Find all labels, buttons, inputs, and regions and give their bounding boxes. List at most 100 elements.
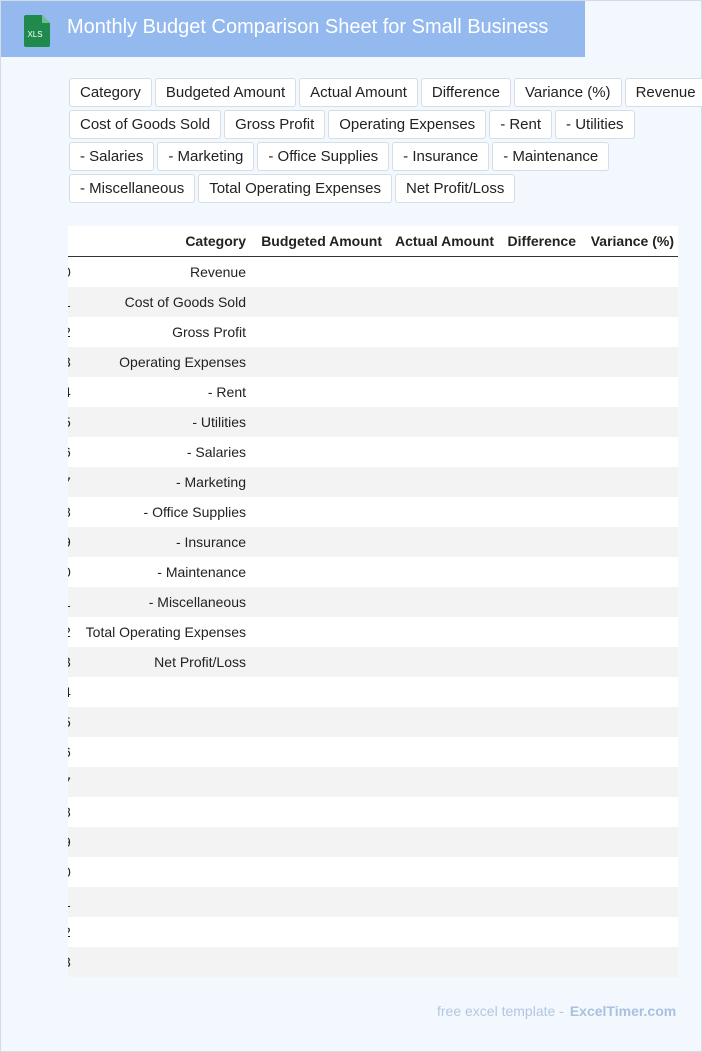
value-cell[interactable] (386, 797, 498, 827)
value-cell[interactable] (498, 377, 580, 407)
value-cell[interactable] (498, 317, 580, 347)
value-cell[interactable] (498, 767, 580, 797)
value-cell[interactable] (498, 437, 580, 467)
category-cell[interactable] (82, 707, 250, 737)
column-chip[interactable]: - Miscellaneous (69, 174, 196, 203)
column-chip[interactable]: Budgeted Amount (154, 78, 297, 107)
column-chip[interactable]: - Utilities (555, 110, 635, 139)
category-cell[interactable] (82, 677, 250, 707)
footer-brand-link[interactable]: ExcelTimer.com (570, 1003, 676, 1019)
value-cell[interactable] (498, 347, 580, 377)
value-cell[interactable] (386, 767, 498, 797)
value-cell[interactable] (580, 497, 678, 527)
value-cell[interactable] (250, 617, 386, 647)
value-cell[interactable] (580, 527, 678, 557)
column-header[interactable]: Category (82, 226, 250, 257)
value-cell[interactable] (498, 857, 580, 887)
category-cell[interactable]: - Miscellaneous (82, 587, 250, 617)
column-chip[interactable]: - Rent (489, 110, 553, 139)
value-cell[interactable] (250, 497, 386, 527)
value-cell[interactable] (498, 256, 580, 287)
column-chip[interactable]: - Maintenance (492, 142, 610, 171)
category-cell[interactable] (82, 797, 250, 827)
value-cell[interactable] (386, 887, 498, 917)
column-chip[interactable]: Total Operating Expenses (198, 174, 392, 203)
value-cell[interactable] (580, 557, 678, 587)
category-cell[interactable]: - Insurance (82, 527, 250, 557)
value-cell[interactable] (386, 947, 498, 977)
value-cell[interactable] (498, 947, 580, 977)
value-cell[interactable] (250, 467, 386, 497)
value-cell[interactable] (580, 287, 678, 317)
value-cell[interactable] (386, 587, 498, 617)
value-cell[interactable] (580, 256, 678, 287)
column-header[interactable]: Budgeted Amount (250, 226, 386, 257)
value-cell[interactable] (250, 587, 386, 617)
value-cell[interactable] (498, 647, 580, 677)
value-cell[interactable] (386, 557, 498, 587)
value-cell[interactable] (386, 647, 498, 677)
value-cell[interactable] (250, 377, 386, 407)
value-cell[interactable] (498, 467, 580, 497)
value-cell[interactable] (250, 767, 386, 797)
column-chip[interactable]: Net Profit/Loss (395, 174, 516, 203)
value-cell[interactable] (580, 317, 678, 347)
value-cell[interactable] (580, 917, 678, 947)
column-chip[interactable]: Revenue (624, 78, 702, 107)
column-chip[interactable]: Operating Expenses (328, 110, 487, 139)
value-cell[interactable] (498, 797, 580, 827)
value-cell[interactable] (386, 317, 498, 347)
column-chip[interactable]: - Marketing (157, 142, 255, 171)
column-chip[interactable]: Variance (%) (513, 78, 622, 107)
value-cell[interactable] (386, 497, 498, 527)
value-cell[interactable] (498, 707, 580, 737)
value-cell[interactable] (386, 407, 498, 437)
column-chip[interactable]: Gross Profit (224, 110, 326, 139)
value-cell[interactable] (580, 377, 678, 407)
column-header[interactable]: Difference (498, 226, 580, 257)
category-cell[interactable]: - Salaries (82, 437, 250, 467)
category-cell[interactable]: - Maintenance (82, 557, 250, 587)
value-cell[interactable] (498, 917, 580, 947)
value-cell[interactable] (580, 797, 678, 827)
column-header[interactable]: Actual Amount (386, 226, 498, 257)
value-cell[interactable] (498, 587, 580, 617)
category-cell[interactable]: Cost of Goods Sold (82, 287, 250, 317)
value-cell[interactable] (580, 347, 678, 377)
value-cell[interactable] (498, 497, 580, 527)
column-chip[interactable]: Difference (420, 78, 511, 107)
column-chip[interactable]: - Insurance (392, 142, 490, 171)
category-cell[interactable]: Total Operating Expenses (82, 617, 250, 647)
value-cell[interactable] (580, 857, 678, 887)
value-cell[interactable] (580, 827, 678, 857)
value-cell[interactable] (498, 737, 580, 767)
category-cell[interactable] (82, 767, 250, 797)
value-cell[interactable] (386, 857, 498, 887)
value-cell[interactable] (498, 827, 580, 857)
value-cell[interactable] (580, 947, 678, 977)
value-cell[interactable] (386, 827, 498, 857)
category-cell[interactable]: Gross Profit (82, 317, 250, 347)
value-cell[interactable] (498, 527, 580, 557)
value-cell[interactable] (498, 677, 580, 707)
column-header[interactable]: Variance (%) (580, 226, 678, 257)
value-cell[interactable] (386, 437, 498, 467)
value-cell[interactable] (580, 587, 678, 617)
value-cell[interactable] (250, 677, 386, 707)
column-chip[interactable]: - Salaries (69, 142, 155, 171)
value-cell[interactable] (580, 647, 678, 677)
value-cell[interactable] (386, 917, 498, 947)
value-cell[interactable] (250, 917, 386, 947)
value-cell[interactable] (250, 647, 386, 677)
value-cell[interactable] (250, 527, 386, 557)
value-cell[interactable] (250, 857, 386, 887)
value-cell[interactable] (250, 317, 386, 347)
value-cell[interactable] (250, 557, 386, 587)
category-cell[interactable]: Net Profit/Loss (82, 647, 250, 677)
value-cell[interactable] (580, 617, 678, 647)
value-cell[interactable] (580, 467, 678, 497)
column-chip[interactable]: - Office Supplies (257, 142, 390, 171)
value-cell[interactable] (250, 797, 386, 827)
category-cell[interactable] (82, 827, 250, 857)
value-cell[interactable] (250, 947, 386, 977)
